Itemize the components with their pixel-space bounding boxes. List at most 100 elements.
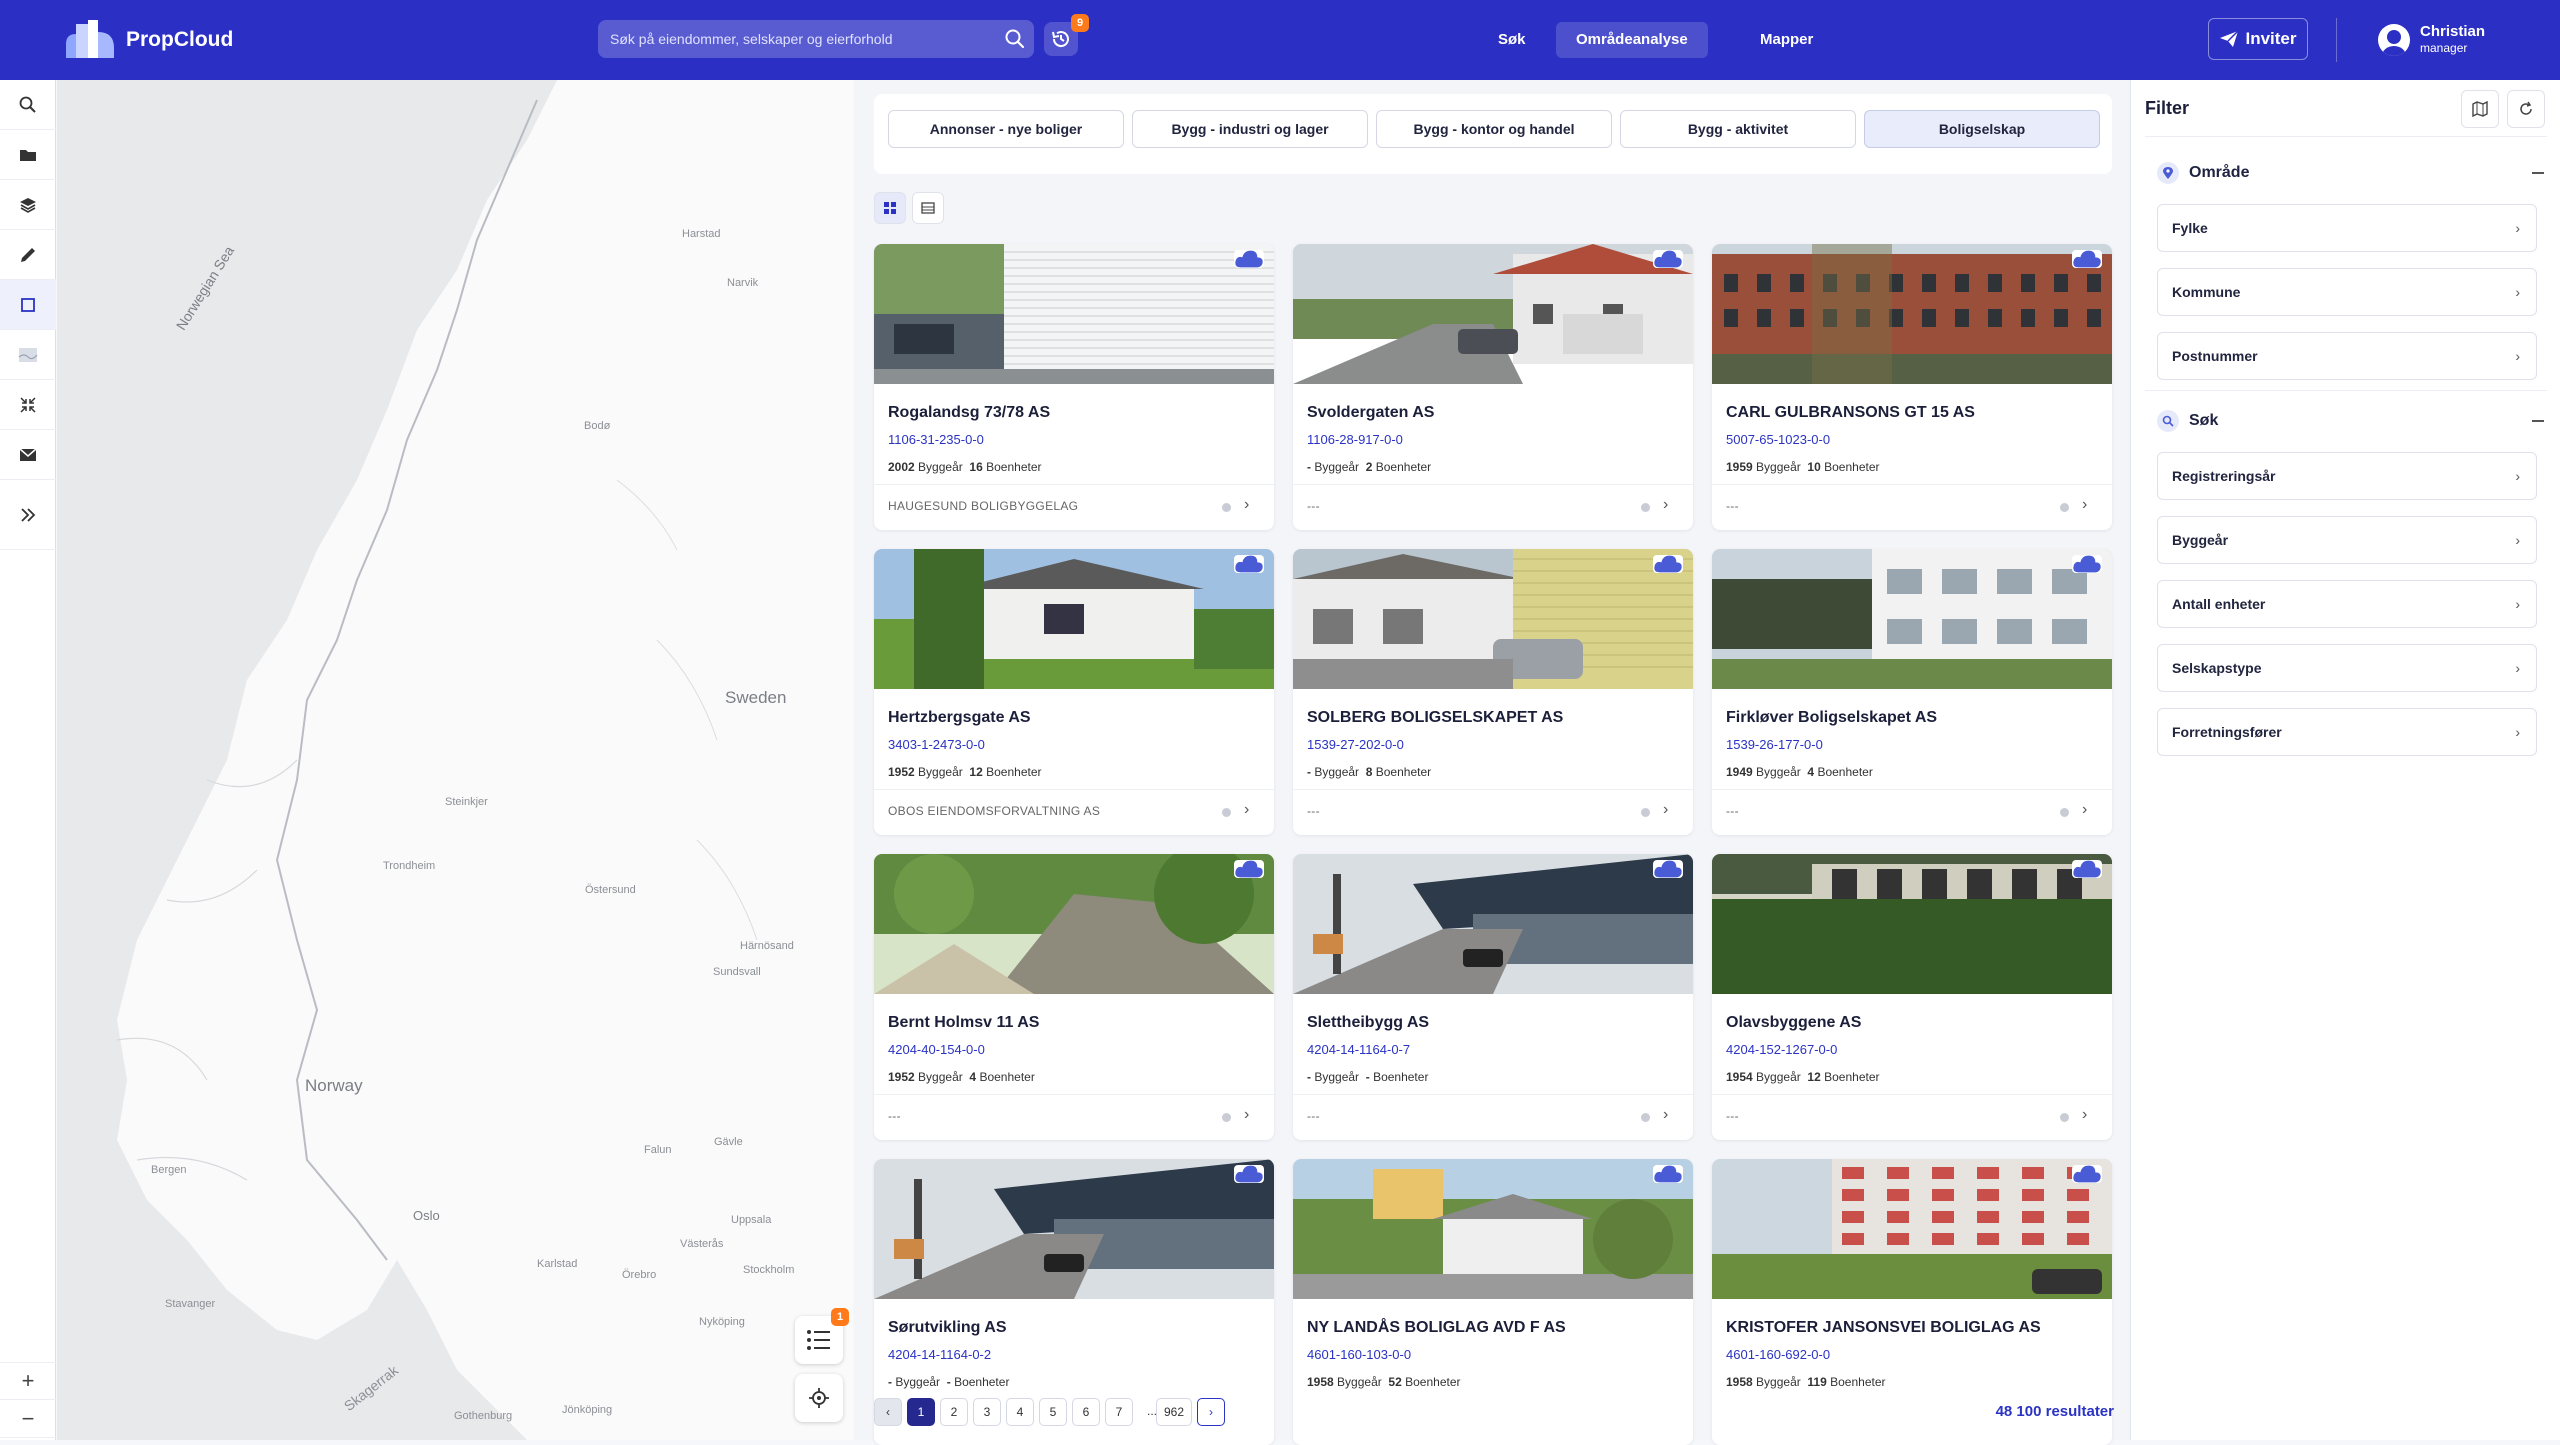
- card-manager: OBOS EIENDOMSFORVALTNING AS: [888, 804, 1101, 818]
- status-dot: [2060, 503, 2069, 512]
- property-card[interactable]: Svoldergaten AS 1106-28-917-0-0 - Byggeår …: [1293, 244, 1693, 530]
- page-button[interactable]: 6: [1072, 1398, 1100, 1426]
- cloud-icon[interactable]: [2072, 1165, 2102, 1183]
- card-property-id[interactable]: 4204-14-1164-0-7: [1307, 1042, 1410, 1057]
- page-button[interactable]: 4: [1006, 1398, 1034, 1426]
- filter-item[interactable]: Fylke ›: [2157, 204, 2537, 252]
- filter-item[interactable]: Antall enheter ›: [2157, 580, 2537, 628]
- filter-item[interactable]: Byggeår ›: [2157, 516, 2537, 564]
- chevron-right-icon[interactable]: ›: [1244, 801, 1249, 819]
- chevron-right-icon[interactable]: ›: [2082, 496, 2087, 514]
- invite-button[interactable]: Inviter: [2208, 18, 2308, 60]
- property-card[interactable]: SOLBERG BOLIGSELSKAPET AS 1539-27-202-0-0…: [1293, 549, 1693, 835]
- card-property-id[interactable]: 1106-28-917-0-0: [1307, 432, 1403, 447]
- property-card[interactable]: Bernt Holmsv 11 AS 4204-40-154-0-0 1952 By…: [874, 854, 1274, 1140]
- page-button[interactable]: 7: [1105, 1398, 1133, 1426]
- cloud-icon[interactable]: [2072, 555, 2102, 573]
- cloud-icon[interactable]: [1234, 860, 1264, 878]
- card-property-id[interactable]: 5007-65-1023-0-0: [1726, 432, 1830, 447]
- tool-mail[interactable]: [0, 430, 56, 480]
- category-boligselskap[interactable]: Boligselskap: [1864, 110, 2100, 148]
- nav-omradeanalyse[interactable]: Områdeanalyse: [1556, 22, 1708, 58]
- card-property-id[interactable]: 4204-152-1267-0-0: [1726, 1042, 1837, 1057]
- tool-select-area[interactable]: [0, 280, 56, 330]
- cloud-icon[interactable]: [2072, 860, 2102, 878]
- tool-layers[interactable]: [0, 180, 56, 230]
- property-card[interactable]: Olavsbyggene AS 4204-152-1267-0-0 1954 Byg…: [1712, 854, 2112, 1140]
- user-menu[interactable]: Christian manager: [2378, 20, 2485, 60]
- prev-page-button[interactable]: ‹: [874, 1398, 902, 1426]
- filter-section-header[interactable]: Søk: [2157, 408, 2218, 434]
- cloud-icon[interactable]: [2072, 250, 2102, 268]
- reset-filter-button[interactable]: [2507, 90, 2545, 128]
- logo[interactable]: PropCloud: [62, 18, 233, 62]
- tool-draw[interactable]: [0, 230, 56, 280]
- category-aktivitet[interactable]: Bygg - aktivitet: [1620, 110, 1856, 148]
- cloud-icon[interactable]: [1234, 250, 1264, 268]
- chevron-right-icon[interactable]: ›: [1663, 496, 1668, 514]
- chevron-right-icon[interactable]: ›: [2082, 1106, 2087, 1124]
- chevron-right-icon[interactable]: ›: [1244, 496, 1249, 514]
- cloud-icon[interactable]: [1653, 860, 1683, 878]
- chevron-right-icon[interactable]: ›: [1663, 1106, 1668, 1124]
- card-property-id[interactable]: 4601-160-103-0-0: [1307, 1347, 1411, 1362]
- tool-search[interactable]: [0, 80, 56, 130]
- nav-mapper[interactable]: Mapper: [1740, 22, 1833, 58]
- card-property-id[interactable]: 4204-40-154-0-0: [888, 1042, 985, 1057]
- cloud-icon[interactable]: [1234, 1165, 1264, 1183]
- cloud-icon[interactable]: [1234, 555, 1264, 573]
- card-property-id[interactable]: 3403-1-2473-0-0: [888, 737, 985, 752]
- page-button[interactable]: 1: [907, 1398, 935, 1426]
- chevron-right-icon[interactable]: ›: [1663, 801, 1668, 819]
- map-toggle-button[interactable]: [2461, 90, 2499, 128]
- property-card[interactable]: Rogalandsg 73/78 AS 1106-31-235-0-0 2002 B…: [874, 244, 1274, 530]
- search-icon[interactable]: [1004, 28, 1026, 50]
- history-button[interactable]: 9: [1044, 14, 1089, 56]
- card-property-id[interactable]: 4601-160-692-0-0: [1726, 1347, 1830, 1362]
- filter-section-header[interactable]: Område: [2157, 160, 2249, 186]
- property-card[interactable]: Hertzbergsgate AS 3403-1-2473-0-0 1952 Byg…: [874, 549, 1274, 835]
- zoom-in-button[interactable]: +: [0, 1362, 56, 1400]
- card-property-id[interactable]: 1539-26-177-0-0: [1726, 737, 1823, 752]
- tool-collapse[interactable]: [0, 380, 56, 430]
- property-card[interactable]: Slettheibygg AS 4204-14-1164-0-7 - Byggeår…: [1293, 854, 1693, 1140]
- tool-basemap[interactable]: [0, 330, 56, 380]
- nav-sok[interactable]: Søk: [1478, 22, 1546, 58]
- page-button[interactable]: 2: [940, 1398, 968, 1426]
- map-view[interactable]: Norwegian Sea Sweden Norway Skagerrak Ha…: [57, 80, 853, 1440]
- category-annonser[interactable]: Annonser - nye boliger: [888, 110, 1124, 148]
- property-card[interactable]: Firkløver Boligselskapet AS 1539-26-177-0…: [1712, 549, 2112, 835]
- collapse-icon[interactable]: [2532, 172, 2544, 174]
- filter-item[interactable]: Postnummer ›: [2157, 332, 2537, 380]
- next-page-button[interactable]: ›: [1197, 1398, 1225, 1426]
- locate-button[interactable]: [795, 1374, 843, 1422]
- list-view-toggle[interactable]: [912, 192, 944, 224]
- property-card[interactable]: NY LANDÅS BOLIGLAG AVD F AS 4601-160-103-…: [1293, 1159, 1693, 1445]
- search-input[interactable]: [610, 20, 990, 58]
- filter-item[interactable]: Selskapstype ›: [2157, 644, 2537, 692]
- cloud-icon[interactable]: [1653, 1165, 1683, 1183]
- property-card[interactable]: CARL GULBRANSONS GT 15 AS 5007-65-1023-0-…: [1712, 244, 2112, 530]
- card-property-id[interactable]: 4204-14-1164-0-2: [888, 1347, 991, 1362]
- category-industri[interactable]: Bygg - industri og lager: [1132, 110, 1368, 148]
- collapse-icon[interactable]: [2532, 420, 2544, 422]
- filter-item[interactable]: Registreringsår ›: [2157, 452, 2537, 500]
- legend-list-button[interactable]: 1: [795, 1308, 849, 1364]
- card-footer: --- ›: [1293, 789, 1693, 835]
- cloud-icon[interactable]: [1653, 555, 1683, 573]
- card-property-id[interactable]: 1106-31-235-0-0: [888, 432, 984, 447]
- grid-view-toggle[interactable]: [874, 192, 906, 224]
- chevron-right-icon[interactable]: ›: [2082, 801, 2087, 819]
- zoom-out-button[interactable]: −: [0, 1400, 56, 1438]
- page-button-last[interactable]: 962: [1156, 1398, 1192, 1426]
- cloud-icon[interactable]: [1653, 250, 1683, 268]
- chevron-right-icon[interactable]: ›: [1244, 1106, 1249, 1124]
- filter-item[interactable]: Forretningsfører ›: [2157, 708, 2537, 756]
- filter-item[interactable]: Kommune ›: [2157, 268, 2537, 316]
- page-button[interactable]: 3: [973, 1398, 1001, 1426]
- tool-folder[interactable]: [0, 130, 56, 180]
- tool-expand[interactable]: [0, 480, 56, 550]
- category-kontor[interactable]: Bygg - kontor og handel: [1376, 110, 1612, 148]
- page-button[interactable]: 5: [1039, 1398, 1067, 1426]
- card-property-id[interactable]: 1539-27-202-0-0: [1307, 737, 1404, 752]
